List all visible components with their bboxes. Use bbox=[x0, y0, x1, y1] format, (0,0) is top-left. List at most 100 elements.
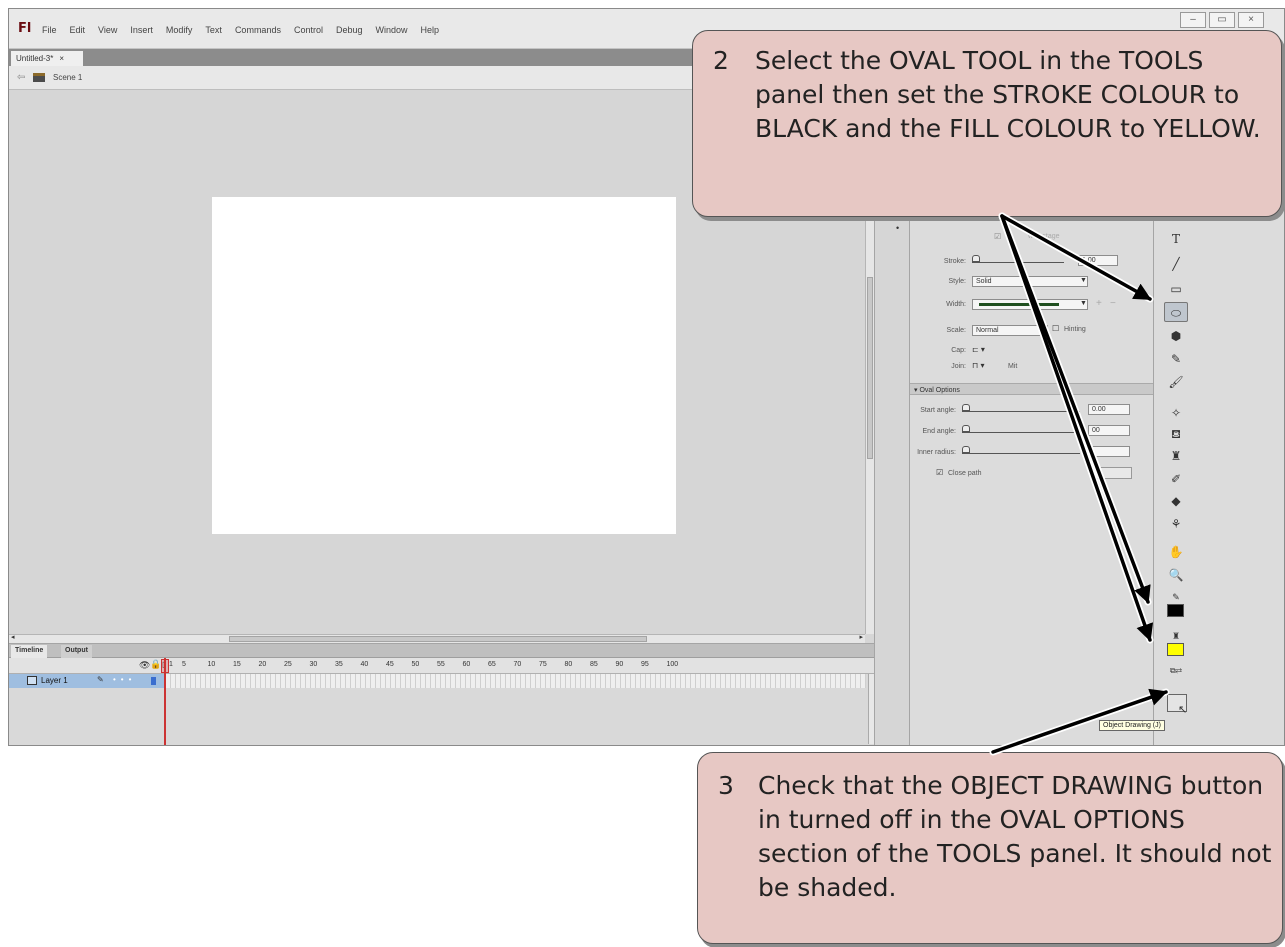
miter-label: Mit bbox=[1008, 363, 1018, 370]
width-profile-preview bbox=[979, 303, 1059, 306]
scale-dropdown[interactable]: Normal bbox=[972, 325, 1048, 336]
style-dropdown[interactable]: Solid bbox=[972, 276, 1088, 287]
menu-view[interactable]: View bbox=[98, 25, 117, 35]
chevron-down-icon[interactable]: ▼ bbox=[1080, 300, 1087, 307]
playhead-marker[interactable] bbox=[161, 659, 169, 673]
document-tab[interactable]: Untitled-3* × bbox=[11, 51, 83, 66]
stroke-slider-knob[interactable] bbox=[972, 255, 980, 262]
start-angle-slider[interactable] bbox=[962, 411, 1080, 412]
sync-checkbox[interactable]: ☑ bbox=[994, 232, 1001, 241]
start-angle-knob[interactable] bbox=[962, 404, 970, 411]
width-profile-dropdown[interactable] bbox=[972, 299, 1088, 310]
zoom-tool-icon[interactable]: 🔍 bbox=[1164, 565, 1188, 585]
layer-row[interactable]: Layer 1 ✎ ••• bbox=[9, 674, 878, 688]
pencil-tool-icon[interactable]: ✎ bbox=[1164, 349, 1188, 369]
stroke-value-field[interactable]: 1.00 bbox=[1078, 255, 1118, 266]
layer-icon bbox=[27, 676, 37, 685]
close-path-checkbox[interactable]: ☑ bbox=[936, 468, 943, 477]
menu-insert[interactable]: Insert bbox=[130, 25, 153, 35]
fill-color-swatch[interactable] bbox=[1167, 643, 1184, 656]
panel-grip-icon[interactable]: • bbox=[896, 223, 899, 233]
frame-ruler: 1 5 10 15 20 25 30 35 40 45 50 55 60 65 70 75 80 85 90 95 10… bbox=[169, 658, 869, 674]
chevron-down-icon[interactable]: ▼ bbox=[1040, 326, 1047, 333]
join-dropdown[interactable]: ⊓ ▾ bbox=[972, 361, 984, 370]
remove-width-icon[interactable]: − bbox=[1110, 298, 1116, 309]
menu-text[interactable]: Text bbox=[205, 25, 222, 35]
step-2-text: Select the OVAL TOOL in the TOOLS panel … bbox=[755, 46, 1261, 143]
frame-number: 55 bbox=[437, 661, 445, 668]
end-angle-field[interactable]: 00 bbox=[1088, 425, 1130, 436]
add-width-icon[interactable]: + bbox=[1096, 298, 1102, 309]
frames-row[interactable] bbox=[166, 674, 866, 688]
layer-outline-color[interactable] bbox=[151, 677, 156, 685]
width-label: Width: bbox=[946, 301, 966, 308]
hand-tool-icon[interactable]: ✋ bbox=[1164, 542, 1188, 562]
end-angle-slider[interactable] bbox=[962, 432, 1080, 433]
layer-toggle-dots[interactable]: ••• bbox=[113, 675, 136, 684]
cap-dropdown[interactable]: ⊏ ▾ bbox=[972, 345, 985, 354]
layer-label: Layer 1 bbox=[41, 676, 68, 685]
flash-logo: Fl bbox=[18, 21, 32, 36]
horizontal-scroll-thumb[interactable] bbox=[229, 636, 647, 642]
paint-bucket-icon[interactable]: ⛾ bbox=[1164, 424, 1188, 444]
maximize-button[interactable]: ▭ bbox=[1209, 12, 1235, 28]
frame-number: 15 bbox=[233, 661, 241, 668]
frame-number: 5 bbox=[182, 661, 186, 668]
swap-colors-icon[interactable]: ⧉⇄ bbox=[1164, 661, 1188, 681]
cap-label: Cap: bbox=[951, 347, 966, 354]
stroke-slider[interactable] bbox=[972, 262, 1064, 263]
menu-file[interactable]: File bbox=[42, 25, 57, 35]
hinting-checkbox[interactable]: ☐ bbox=[1052, 324, 1059, 333]
rectangle-tool-icon[interactable]: ▭ bbox=[1164, 279, 1188, 299]
polystar-tool-icon[interactable]: ⬢ bbox=[1164, 326, 1188, 346]
inner-radius-knob[interactable] bbox=[962, 446, 970, 453]
ink-bottle-icon[interactable]: ♜ bbox=[1164, 446, 1188, 466]
scroll-right-icon[interactable]: ▸ bbox=[859, 633, 863, 641]
timeline-panel: Timeline Output 👁 🔒 ▯ 151015202530354045… bbox=[9, 643, 878, 745]
text-tool-icon[interactable]: T bbox=[1164, 229, 1188, 249]
layer-name-cell[interactable]: Layer 1 ✎ ••• bbox=[9, 674, 166, 688]
hinting-label: Hinting bbox=[1064, 326, 1086, 333]
start-angle-field[interactable]: 0.00 bbox=[1088, 404, 1130, 415]
close-window-button[interactable]: × bbox=[1238, 12, 1264, 28]
menu-modify[interactable]: Modify bbox=[166, 25, 193, 35]
document-tab-label: Untitled-3* bbox=[16, 54, 54, 63]
inner-radius-field[interactable] bbox=[1088, 446, 1130, 457]
inner-radius-slider[interactable] bbox=[962, 453, 1080, 454]
brush-tool-icon[interactable]: 🖌 bbox=[1164, 372, 1188, 392]
vertical-scroll-thumb[interactable] bbox=[867, 277, 873, 459]
stroke-color-swatch[interactable] bbox=[1167, 604, 1184, 617]
menu-items: File Edit View Insert Modify Text Comman… bbox=[42, 25, 439, 35]
frame-number: 60 bbox=[462, 661, 471, 668]
sync-with-stage-label: with stage bbox=[1028, 233, 1060, 240]
menu-edit[interactable]: Edit bbox=[70, 25, 86, 35]
line-tool-icon[interactable]: ╱ bbox=[1164, 254, 1188, 274]
stage-canvas[interactable] bbox=[212, 197, 676, 534]
menu-control[interactable]: Control bbox=[294, 25, 323, 35]
menu-debug[interactable]: Debug bbox=[336, 25, 363, 35]
tab-output[interactable]: Output bbox=[61, 645, 92, 658]
deco-tool-icon[interactable]: ✧ bbox=[1164, 403, 1188, 423]
tab-timeline[interactable]: Timeline bbox=[11, 645, 48, 658]
start-angle-label: Start angle: bbox=[920, 407, 956, 414]
stage-horizontal-scrollbar[interactable]: ◂ ▸ bbox=[9, 634, 865, 643]
eye-icon[interactable]: 👁 bbox=[139, 660, 150, 671]
chevron-down-icon[interactable]: ▼ bbox=[1080, 277, 1087, 284]
reset-button[interactable] bbox=[1090, 467, 1132, 479]
end-angle-knob[interactable] bbox=[962, 425, 970, 432]
eraser-icon[interactable]: ◆ bbox=[1164, 491, 1188, 511]
menu-commands[interactable]: Commands bbox=[235, 25, 281, 35]
minimize-button[interactable]: – bbox=[1180, 12, 1206, 28]
bone-tool-icon[interactable]: ⚘ bbox=[1164, 514, 1188, 534]
scene-clapper-icon bbox=[33, 73, 45, 82]
close-tab-icon[interactable]: × bbox=[59, 54, 64, 63]
menu-window[interactable]: Window bbox=[376, 25, 408, 35]
step-2-number: 2 bbox=[713, 46, 729, 75]
menu-help[interactable]: Help bbox=[421, 25, 440, 35]
lock-icon[interactable]: 🔒 bbox=[150, 659, 161, 670]
scroll-left-icon[interactable]: ◂ bbox=[11, 633, 15, 641]
oval-options-header[interactable]: ▾ Oval Options bbox=[910, 383, 1153, 395]
back-arrow-icon[interactable]: ⇦ bbox=[17, 72, 25, 83]
eyedropper-icon[interactable]: ✐ bbox=[1164, 469, 1188, 489]
oval-tool-icon[interactable]: ⬭ bbox=[1164, 302, 1188, 322]
